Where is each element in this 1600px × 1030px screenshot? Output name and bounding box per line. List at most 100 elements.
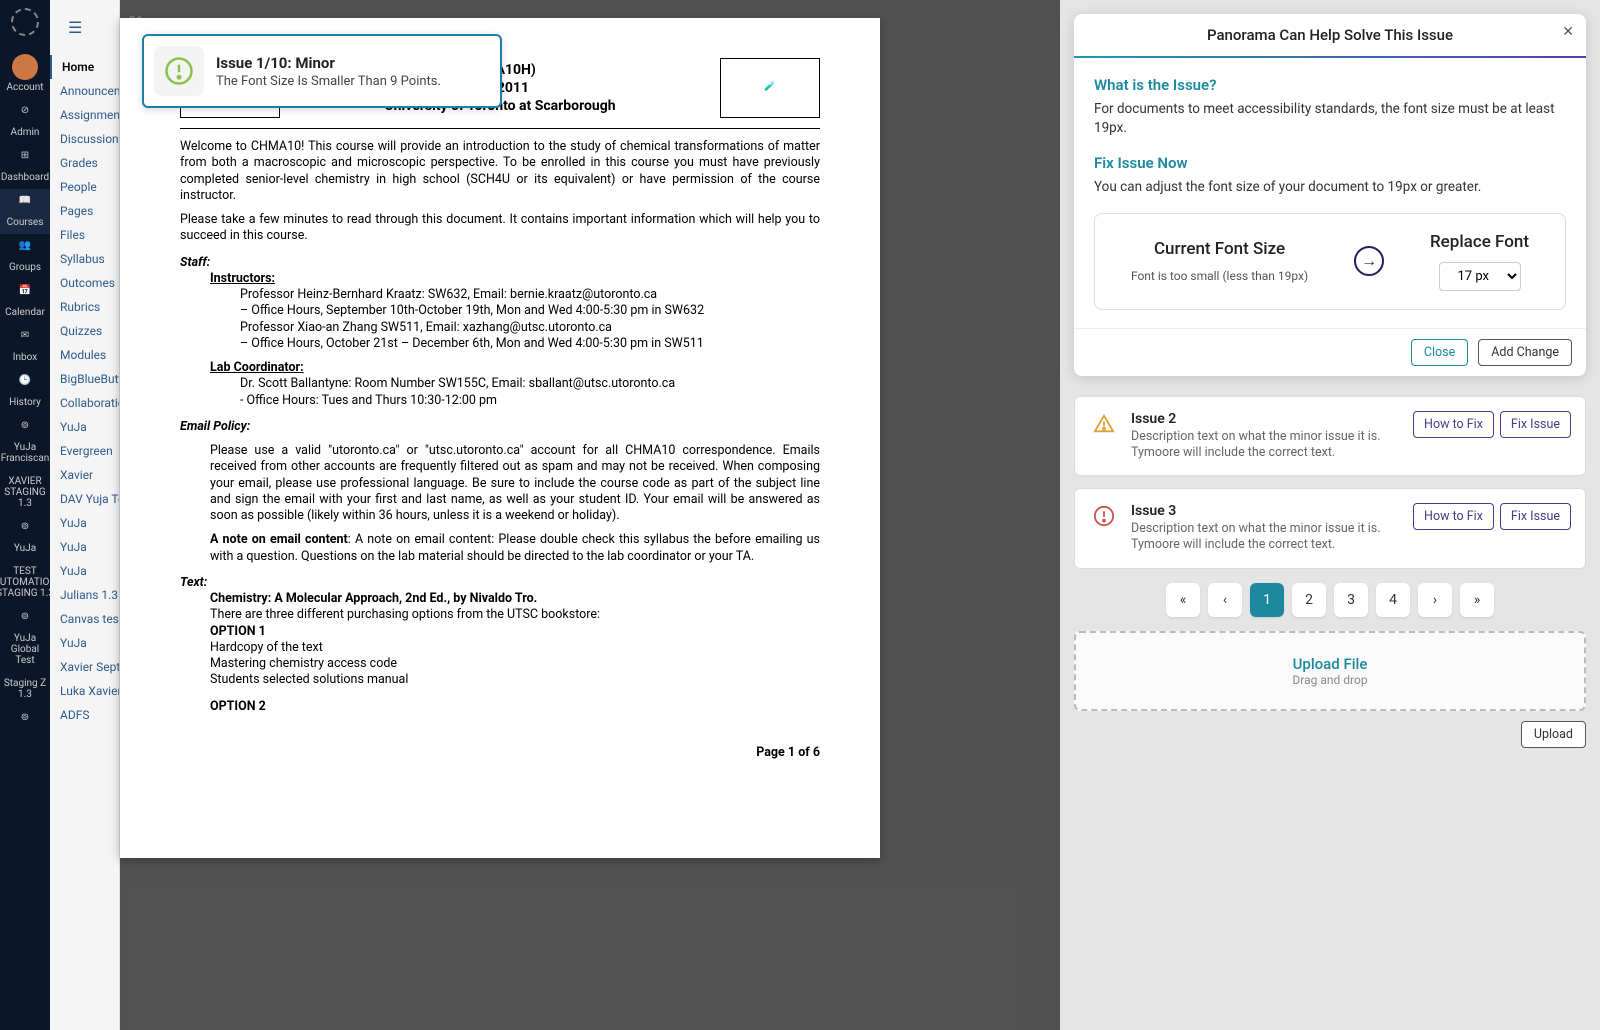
sidebar-item[interactable]: Files — [50, 223, 119, 247]
page-prev[interactable]: ‹ — [1208, 583, 1242, 617]
how-to-fix-button[interactable]: How to Fix — [1413, 503, 1494, 530]
font-replace-box: Current Font Size Font is too small (les… — [1094, 213, 1566, 310]
email-note: A note on email content: A note on email… — [210, 532, 820, 565]
nav-yuja[interactable]: ⊚YuJa — [0, 515, 50, 560]
sidebar-item[interactable]: Announcements — [50, 79, 119, 103]
sidebar-item[interactable]: YuJa — [50, 415, 119, 439]
sidebar-item[interactable]: DAV Yuja Test — [50, 487, 119, 511]
nav-yuja-franciscan[interactable]: ⊚YuJa Franciscan — [0, 414, 50, 470]
sidebar-item[interactable]: Outcomes — [50, 271, 119, 295]
document-preview: ⚗️ CHMA10H) Fall 2011 University of Toro… — [120, 18, 880, 858]
sidebar-item[interactable]: YuJa — [50, 535, 119, 559]
lab-heading: Lab Coordinator: — [210, 360, 820, 376]
doc-welcome: Welcome to CHMA10! This course will prov… — [180, 139, 820, 204]
nav-label: Account — [6, 82, 43, 93]
sidebar-item[interactable]: Canvas test — [50, 607, 119, 631]
sidebar-item[interactable]: YuJa — [50, 559, 119, 583]
upload-sub: Drag and drop — [1098, 673, 1562, 687]
error-circle-icon — [1089, 503, 1119, 527]
add-change-button[interactable]: Add Change — [1478, 339, 1572, 366]
warning-triangle-icon — [1089, 411, 1119, 435]
nav-calendar[interactable]: 📅Calendar — [0, 279, 50, 324]
sidebar-item[interactable]: Grades — [50, 151, 119, 175]
page-3[interactable]: 3 — [1334, 583, 1368, 617]
nav-label: Staging Z 1.3 — [2, 678, 48, 700]
issue-title: Issue 2 — [1131, 411, 1401, 427]
page-number: Page 1 of 6 — [180, 745, 820, 761]
nav-label: Inbox — [13, 352, 37, 363]
email-body: Please use a valid "utoronto.ca" or "uts… — [210, 443, 820, 524]
upload-dropzone[interactable]: Upload File Drag and drop — [1074, 631, 1586, 711]
sidebar-item[interactable]: BigBlueButton — [50, 367, 119, 391]
nav-inbox[interactable]: ✉Inbox — [0, 324, 50, 369]
nav-groups[interactable]: 👥 Groups — [0, 234, 50, 279]
sidebar-item[interactable]: People — [50, 175, 119, 199]
sidebar-item[interactable]: Julians 1.3 — [50, 583, 119, 607]
link-icon: ⊚ — [15, 420, 35, 440]
sidebar-item[interactable]: YuJa — [50, 631, 119, 655]
nav-history[interactable]: 🕒History — [0, 369, 50, 414]
nav-label: Dashboard — [1, 172, 49, 183]
hamburger-icon[interactable]: ☰ — [68, 18, 119, 37]
nav-dashboard[interactable]: ⊞Dashboard — [0, 144, 50, 189]
close-icon[interactable]: ✕ — [1562, 24, 1574, 40]
speedometer-icon: ⊘ — [15, 105, 35, 125]
sidebar-item[interactable]: Luka Xavier — [50, 679, 119, 703]
sidebar-item[interactable]: Syllabus — [50, 247, 119, 271]
nav-yuja-global[interactable]: ⊚YuJa Global Test — [0, 605, 50, 672]
nav-label: Groups — [9, 262, 41, 273]
sidebar-item[interactable]: Xavier Sept — [50, 655, 119, 679]
page-2[interactable]: 2 — [1292, 583, 1326, 617]
sidebar-item-home[interactable]: Home — [50, 55, 119, 79]
issue-desc: Description text on what the minor issue… — [1131, 521, 1401, 554]
instructor-line: – Office Hours, October 21st – December … — [240, 336, 820, 352]
font-size-select[interactable]: 17 px — [1439, 262, 1521, 291]
page-4[interactable]: 4 — [1376, 583, 1410, 617]
nav-account[interactable]: Account — [0, 48, 50, 99]
sidebar-item[interactable]: Collaborations — [50, 391, 119, 415]
fix-issue-button[interactable]: Fix Issue — [1500, 411, 1571, 438]
upload-button[interactable]: Upload — [1521, 721, 1586, 748]
nav-xavier-staging[interactable]: XAVIER STAGING 1.3 — [0, 470, 50, 515]
sidebar-item[interactable]: Evergreen — [50, 439, 119, 463]
app-logo — [11, 8, 39, 36]
warning-icon — [154, 46, 204, 96]
instructor-line: – Office Hours, September 10th-October 1… — [240, 303, 820, 319]
nav-extra[interactable]: ⊚ — [0, 706, 50, 740]
page-first[interactable]: « — [1166, 583, 1200, 617]
nav-courses[interactable]: 📖Courses — [0, 189, 50, 234]
how-to-fix-button[interactable]: How to Fix — [1413, 411, 1494, 438]
sidebar-item[interactable]: Xavier — [50, 463, 119, 487]
issue-toast: Issue 1/10: Minor The Font Size Is Small… — [142, 34, 502, 108]
avatar — [12, 54, 38, 80]
solve-panel: Panorama Can Help Solve This Issue ✕ Wha… — [1074, 14, 1586, 376]
issue-title: Issue 3 — [1131, 503, 1401, 519]
sidebar-item[interactable]: Rubrics — [50, 295, 119, 319]
nav-admin[interactable]: ⊘Admin — [0, 99, 50, 144]
sidebar-item[interactable]: YuJa — [50, 511, 119, 535]
sidebar-item[interactable]: Assignments — [50, 103, 119, 127]
link-icon: ⊚ — [15, 521, 35, 541]
page-last[interactable]: » — [1460, 583, 1494, 617]
sidebar-item[interactable]: ADFS — [50, 703, 119, 727]
close-button[interactable]: Close — [1411, 339, 1468, 366]
page-next[interactable]: › — [1418, 583, 1452, 617]
sidebar-item[interactable]: Modules — [50, 343, 119, 367]
fix-issue-button[interactable]: Fix Issue — [1500, 503, 1571, 530]
sidebar-item[interactable]: Discussions — [50, 127, 119, 151]
page-1[interactable]: 1 — [1250, 583, 1284, 617]
nav-label: TEST AUTOMATION STAGING 1.3 — [0, 566, 57, 599]
nav-staging-z[interactable]: Staging Z 1.3 — [0, 672, 50, 706]
sidebar-item[interactable]: Quizzes — [50, 319, 119, 343]
issue-heading: What is the Issue? — [1094, 76, 1566, 94]
panel-title: Panorama Can Help Solve This Issue — [1207, 26, 1453, 44]
email-heading: Email Policy: — [180, 419, 820, 435]
nav-label: Calendar — [5, 307, 45, 318]
sidebar-item[interactable]: Pages — [50, 199, 119, 223]
group-icon: 👥 — [15, 240, 35, 260]
issue-card: Issue 3 Description text on what the min… — [1074, 488, 1586, 569]
current-font-label: Current Font Size — [1131, 239, 1308, 259]
nav-test-automation[interactable]: TEST AUTOMATION STAGING 1.3 — [0, 560, 50, 605]
fix-heading: Fix Issue Now — [1094, 154, 1566, 172]
instructor-line: Professor Xiao-an Zhang SW511, Email: xa… — [240, 320, 820, 336]
